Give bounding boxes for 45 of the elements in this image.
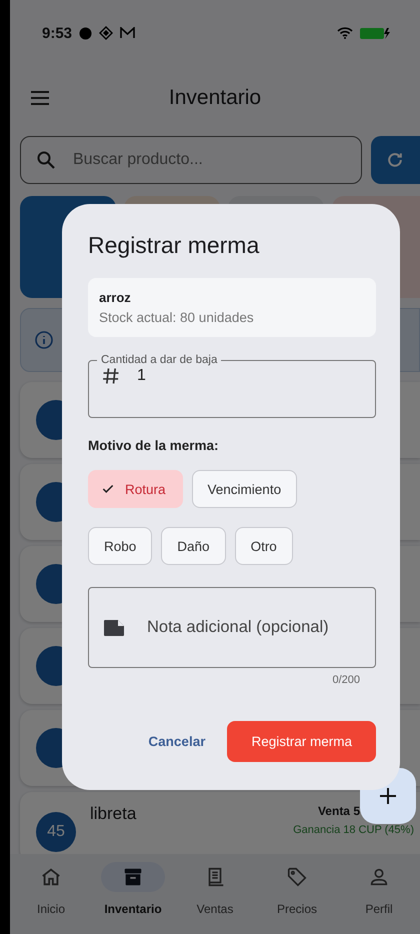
product-name: arroz [99,290,132,305]
stock-text: Stock actual: 80 unidades [99,310,255,325]
reason-label: Motivo de la merma: [88,438,220,453]
info-icon [35,331,53,349]
nav-tab[interactable]: Ventas [174,862,256,934]
screen-title: Inventario [168,86,262,110]
note-field[interactable]: Nota adicional (opcional) [88,587,376,668]
dialog-title: Registrar merma [88,231,260,260]
cancel-button[interactable]: Cancelar [146,724,208,759]
field-label: Cantidad a dar de baja [100,354,218,366]
archive-box-icon [122,866,144,888]
wifi-icon [337,27,353,39]
quantity-field[interactable]: Cantidad a dar de baja 1 [88,354,376,418]
home-icon [40,866,62,888]
check-icon [101,482,115,496]
register-button[interactable]: Registrar merma [227,721,376,762]
search-field[interactable]: Buscar producto... [20,136,362,184]
nav-tab[interactable]: Precios [256,862,338,934]
refresh-button[interactable] [370,136,420,184]
reason-chip[interactable]: Otro [234,527,293,565]
character-counter: 0/200 [332,674,360,686]
product-name: libreta [90,804,138,824]
status-time: 9:53 [42,24,72,42]
hash-icon [101,366,121,386]
tag-icon [286,866,308,888]
diamond-icon [99,26,114,40]
menu-icon[interactable] [30,90,50,106]
mail-icon [120,27,136,39]
reason-chip[interactable]: Robo [88,527,152,565]
plus-icon [379,787,397,805]
nav-tab[interactable]: Perfil [338,862,420,934]
profit-text: Ganancia 18 CUP (45%) [293,824,414,836]
quantity-avatar: 45 [36,812,76,852]
search-icon [37,151,55,169]
notification-dot-icon [79,26,92,40]
person-icon [368,866,390,888]
product-card[interactable]: 45 libreta Venta 5 Ganancia 18 CUP (45%) [20,792,420,854]
nav-tab[interactable]: Inventario [92,862,174,934]
reason-chip[interactable]: Daño [161,527,226,565]
nav-tab[interactable]: Inicio [10,862,92,934]
reason-chip[interactable]: Rotura [88,470,183,508]
price-text: Venta 5 [318,804,360,818]
reason-chip[interactable]: Vencimiento [192,470,298,508]
note-icon [103,618,125,636]
battery-icon [360,26,390,40]
